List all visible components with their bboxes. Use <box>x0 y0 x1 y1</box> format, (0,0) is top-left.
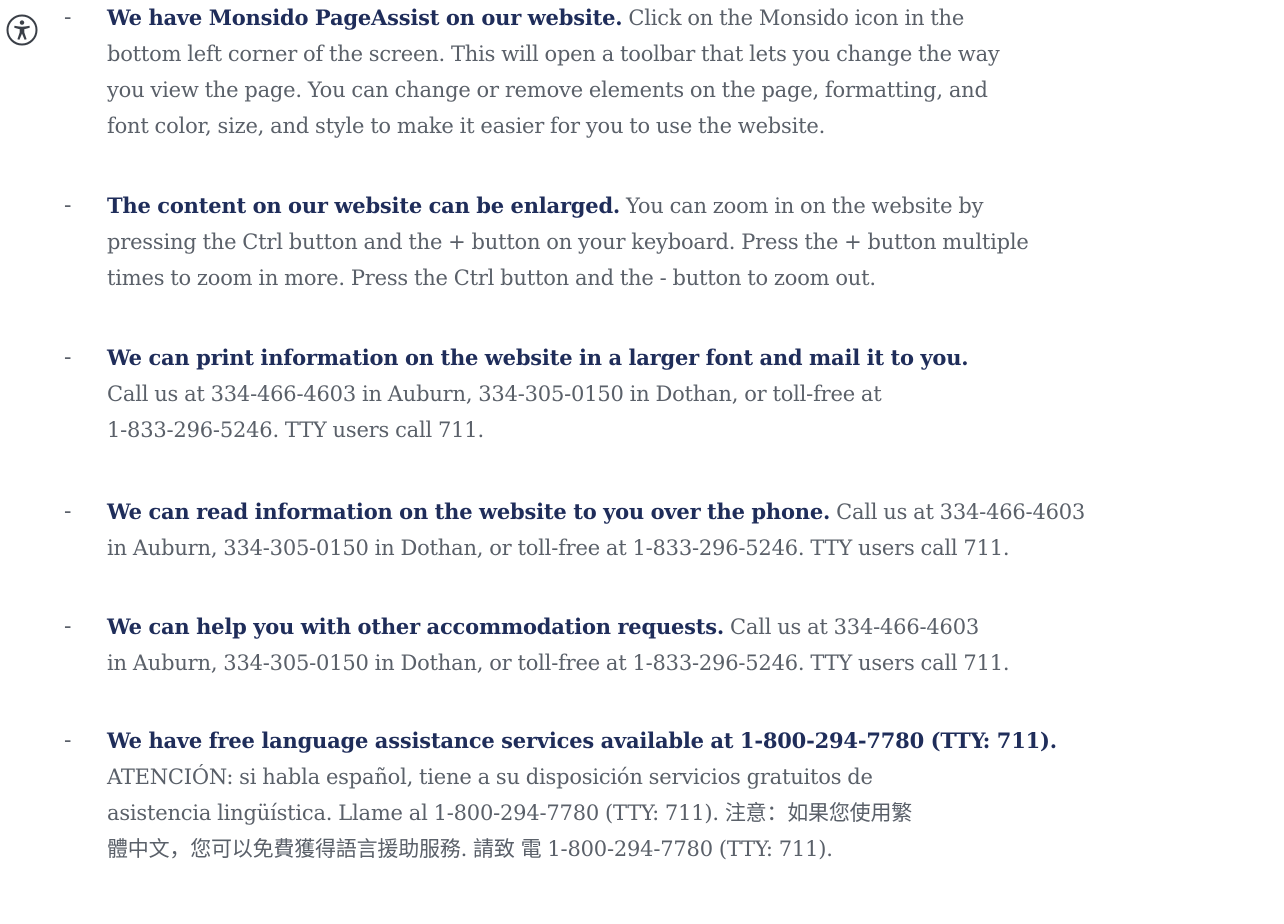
text-line: asistencia lingüística. Llame al 1-800-2… <box>107 801 913 825</box>
list-item-text: We can print information on the website … <box>107 340 1274 448</box>
text-line: font color, size, and style to make it e… <box>107 114 826 138</box>
body-text: Call us at 334-466-4603 <box>836 500 1086 524</box>
list-bullet: - <box>64 499 72 524</box>
text-line: We have Monsido PageAssist on our websit… <box>107 0 1274 36</box>
text-line: pressing the Ctrl button and the + butto… <box>107 230 1029 254</box>
text-line: 體中文，您可以免費獲得語言援助服務. 請致 電 1-800-294-7780 (… <box>107 837 833 861</box>
text-line: We can read information on the website t… <box>107 494 1274 530</box>
list-bullet: - <box>64 345 72 370</box>
body-text: Call us at 334-466-4603 <box>730 615 980 639</box>
lead-text: The content on our website can be enlarg… <box>107 193 621 218</box>
list-item-text: We have Monsido PageAssist on our websit… <box>107 0 1274 144</box>
text-line: 1-833-296-5246. TTY users call 711. <box>107 418 484 442</box>
text-line: ATENCIÓN: si habla español, tiene a su d… <box>107 765 873 789</box>
body-text: Click on the Monsido icon in the <box>628 6 965 30</box>
lead-text: We have free language assistance service… <box>107 728 1057 753</box>
lead-text: We can help you with other accommodation… <box>107 614 725 639</box>
text-line: in Auburn, 334-305-0150 in Dothan, or to… <box>107 651 1010 675</box>
text-line: you view the page. You can change or rem… <box>107 78 988 102</box>
list-item-text: We can help you with other accommodation… <box>107 609 1274 681</box>
list-item-text: We can read information on the website t… <box>107 494 1274 566</box>
list-bullet: - <box>64 728 72 753</box>
body-text: You can zoom in on the website by <box>626 194 984 218</box>
list-item-text: We have free language assistance service… <box>107 723 1274 867</box>
text-line: times to zoom in more. Press the Ctrl bu… <box>107 266 876 290</box>
lead-text: We can print information on the website … <box>107 345 969 370</box>
lead-text: We have Monsido PageAssist on our websit… <box>107 5 623 30</box>
text-line: We have free language assistance service… <box>107 723 1274 759</box>
text-line: We can print information on the website … <box>107 340 1274 376</box>
accessibility-person-icon <box>6 14 38 46</box>
text-line: We can help you with other accommodation… <box>107 609 1274 645</box>
text-line: Call us at 334-466-4603 in Auburn, 334-3… <box>107 382 882 406</box>
accessibility-icon[interactable] <box>6 14 38 46</box>
list-bullet: - <box>64 5 72 30</box>
lead-text: We can read information on the website t… <box>107 499 831 524</box>
list-bullet: - <box>64 193 72 218</box>
text-line: bottom left corner of the screen. This w… <box>107 42 1000 66</box>
list-item-text: The content on our website can be enlarg… <box>107 188 1274 296</box>
list-bullet: - <box>64 614 72 639</box>
text-line: The content on our website can be enlarg… <box>107 188 1274 224</box>
text-line: in Auburn, 334-305-0150 in Dothan, or to… <box>107 536 1010 560</box>
